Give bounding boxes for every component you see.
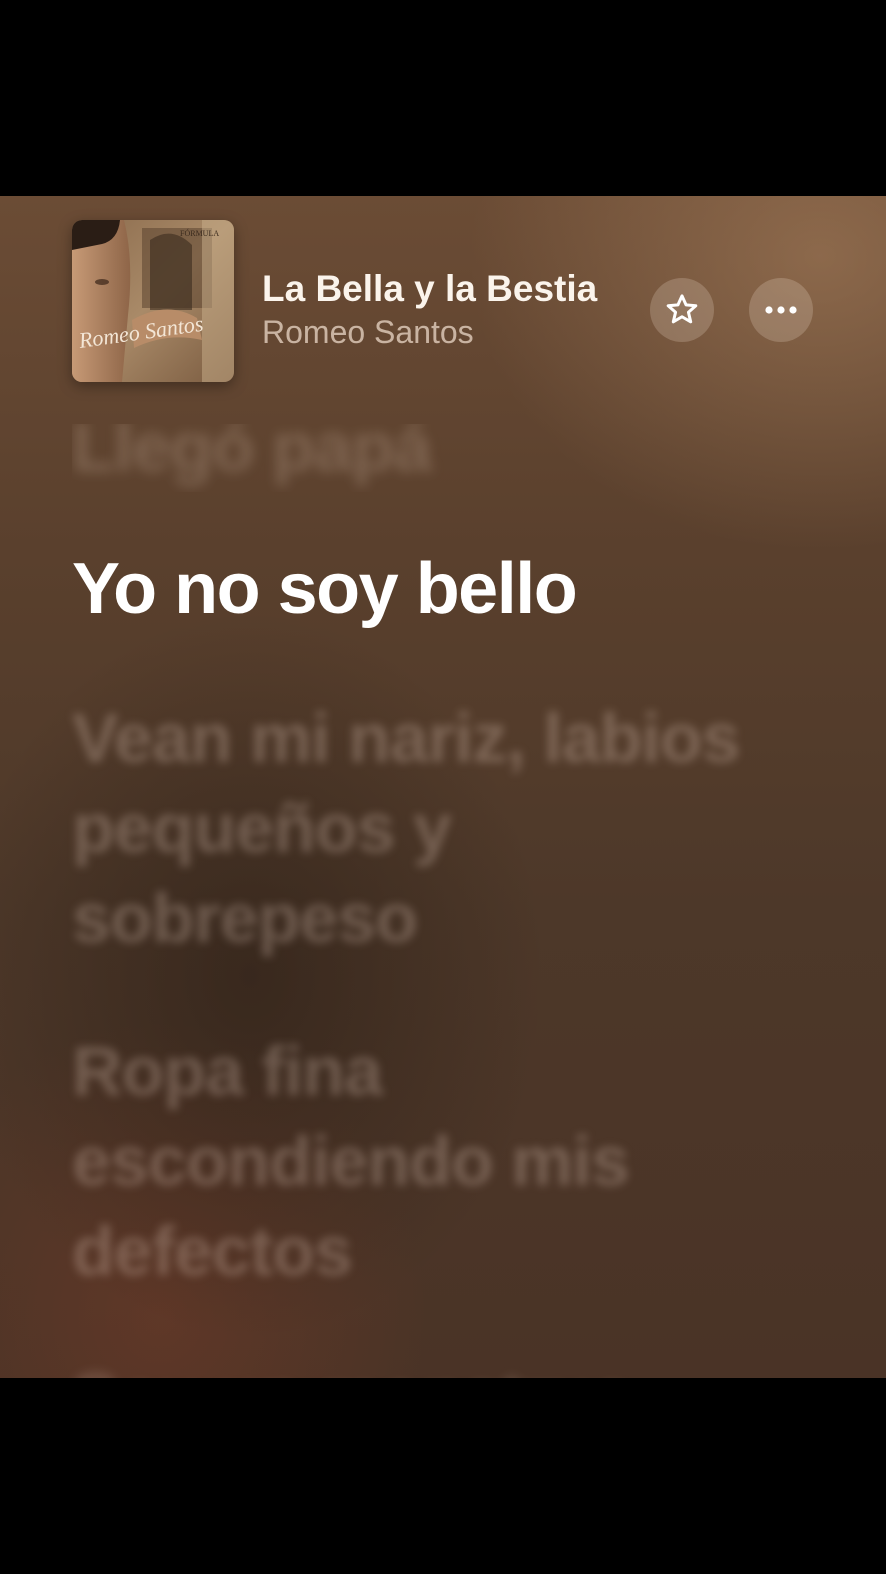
ellipsis-icon xyxy=(765,306,797,314)
lyric-line-upcoming[interactable]: Soy un monstruo xyxy=(72,1354,812,1378)
more-options-button[interactable] xyxy=(749,278,813,342)
lyric-line-current[interactable]: Yo no soy bello xyxy=(72,544,812,634)
track-artist[interactable]: Romeo Santos xyxy=(262,314,474,351)
lyric-line-upcoming[interactable]: Vean mi nariz, labios pequeños y sobrepe… xyxy=(72,693,812,963)
album-cover-image: FÓRMULA Romeo Santos xyxy=(72,220,234,382)
lyric-line-upcoming[interactable]: Ropa fina escondiendo mis defectos xyxy=(72,1026,812,1296)
favorite-button[interactable] xyxy=(650,278,714,342)
album-artwork[interactable]: FÓRMULA Romeo Santos xyxy=(72,220,234,382)
star-icon xyxy=(666,294,698,324)
lyric-line-previous[interactable]: Llegó papá xyxy=(72,424,812,492)
album-caption: FÓRMULA xyxy=(180,228,219,238)
track-title: La Bella y la Bestia xyxy=(262,268,598,309)
lyrics-screen: FÓRMULA Romeo Santos La Bella y la Besti… xyxy=(0,196,886,1378)
